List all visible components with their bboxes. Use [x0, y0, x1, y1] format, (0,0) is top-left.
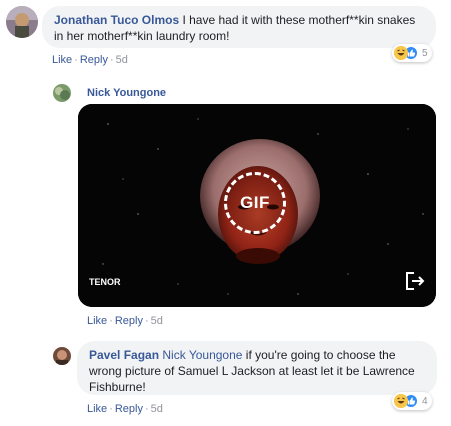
timestamp-1[interactable]: 5d	[116, 54, 128, 66]
comment-bubble-1: Jonathan Tuco Olmos I have had it with t…	[42, 6, 436, 48]
haha-icon	[394, 394, 408, 408]
reaction-summary-1[interactable]: 5	[392, 44, 432, 62]
reply-link-1[interactable]: Reply	[80, 54, 108, 66]
avatar-pavel[interactable]	[53, 347, 71, 365]
gif-badge-label: GIF	[240, 193, 270, 212]
reply-link-2[interactable]: Reply	[115, 315, 143, 327]
timestamp-2[interactable]: 5d	[151, 315, 163, 327]
comment-author-2[interactable]: Nick Youngone	[87, 87, 166, 99]
haha-icon	[394, 46, 408, 60]
comment-author-3[interactable]: Pavel Fagan	[89, 348, 159, 362]
mention-link[interactable]: Nick Youngone	[162, 348, 242, 362]
avatar-nick[interactable]	[53, 84, 71, 102]
comment-actions-1: Like · Reply · 5d	[52, 54, 128, 66]
like-link-1[interactable]: Like	[52, 54, 72, 66]
reply-link-3[interactable]: Reply	[115, 403, 143, 415]
gif-badge[interactable]: GIF	[224, 172, 286, 234]
gif-attachment[interactable]: GIF TENOR	[78, 104, 436, 307]
comment-bubble-3: Pavel Fagan Nick Youngone if you're goin…	[77, 341, 437, 395]
comment-actions-2: Like · Reply · 5d	[87, 315, 163, 327]
like-link-2[interactable]: Like	[87, 315, 107, 327]
tenor-label: TENOR	[89, 277, 121, 287]
reaction-summary-3[interactable]: 4	[392, 392, 432, 410]
reaction-count-3: 4	[422, 395, 428, 407]
reaction-count-1: 5	[422, 47, 428, 59]
comment-actions-3: Like · Reply · 5d	[87, 403, 163, 415]
avatar-jonathan[interactable]	[6, 6, 38, 38]
timestamp-3[interactable]: 5d	[151, 403, 163, 415]
share-out-icon[interactable]	[403, 269, 427, 293]
comment-author-1[interactable]: Jonathan Tuco Olmos	[54, 13, 179, 27]
like-link-3[interactable]: Like	[87, 403, 107, 415]
